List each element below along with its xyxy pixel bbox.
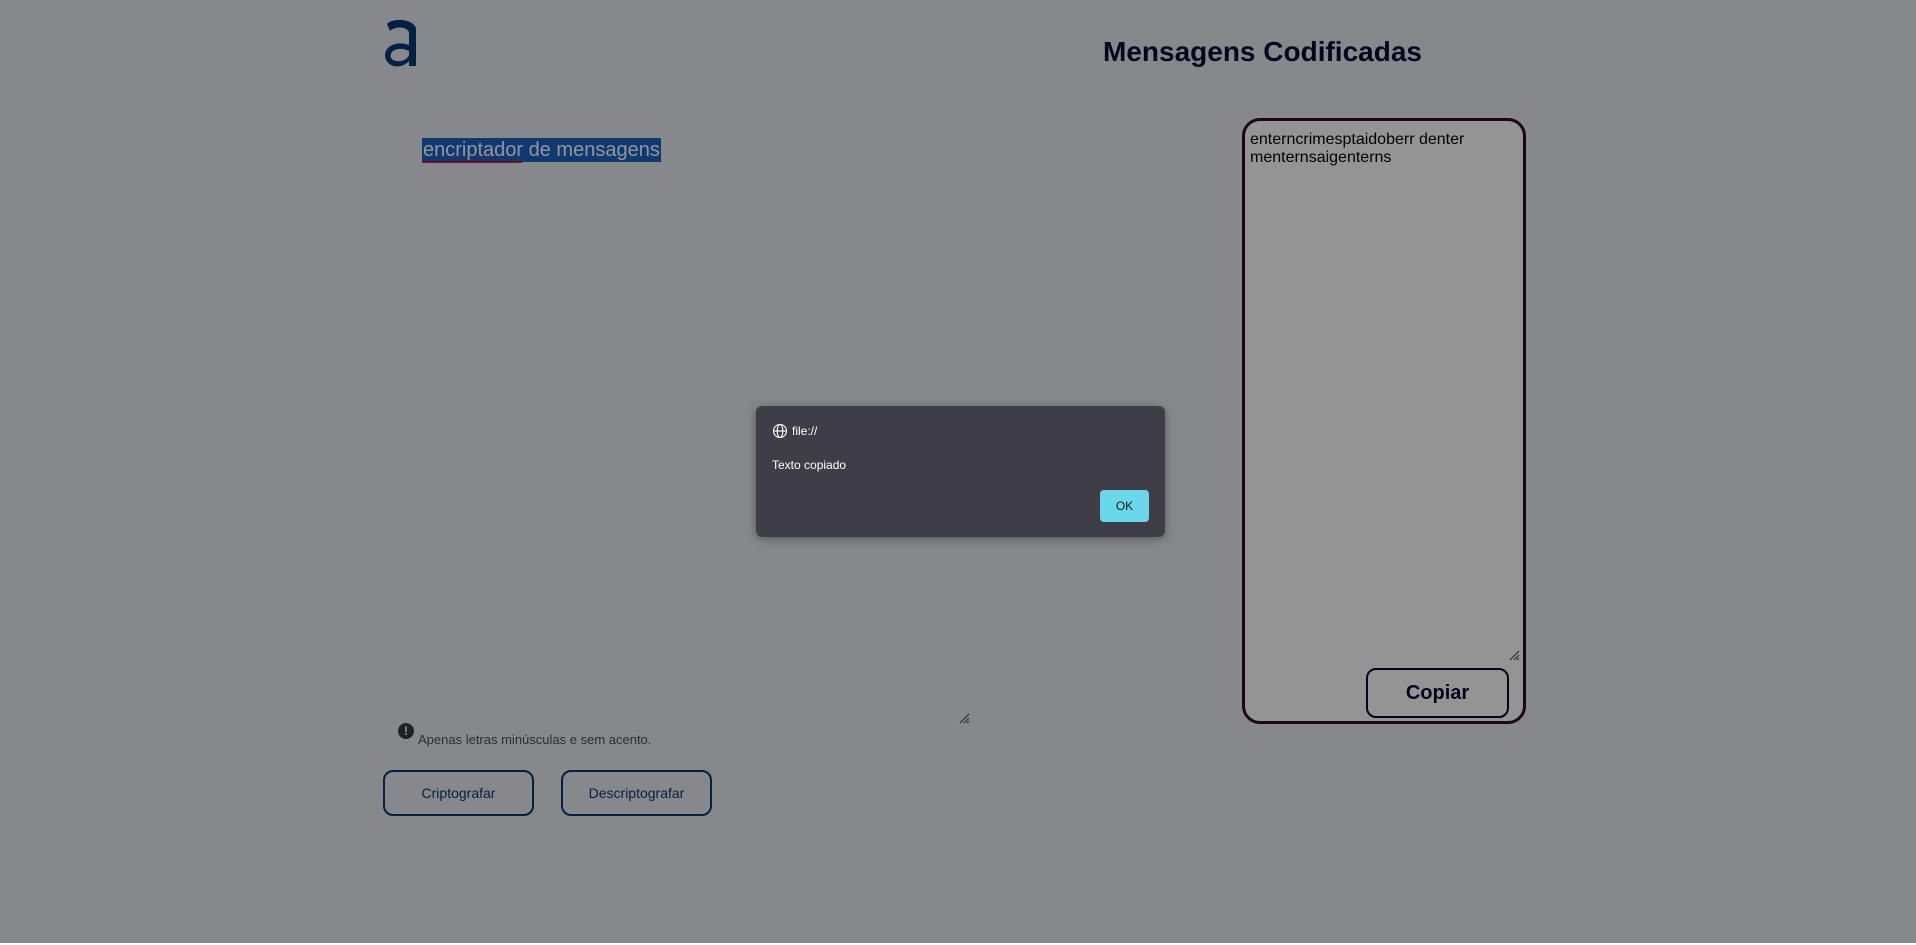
dialog-message: Texto copiado: [772, 458, 847, 472]
alert-dialog: file:// Texto copiado OK: [756, 406, 1165, 537]
dialog-origin-text: file://: [792, 424, 818, 438]
globe-icon: [772, 423, 788, 439]
ok-button[interactable]: OK: [1100, 490, 1149, 522]
dialog-origin: file://: [772, 423, 817, 439]
